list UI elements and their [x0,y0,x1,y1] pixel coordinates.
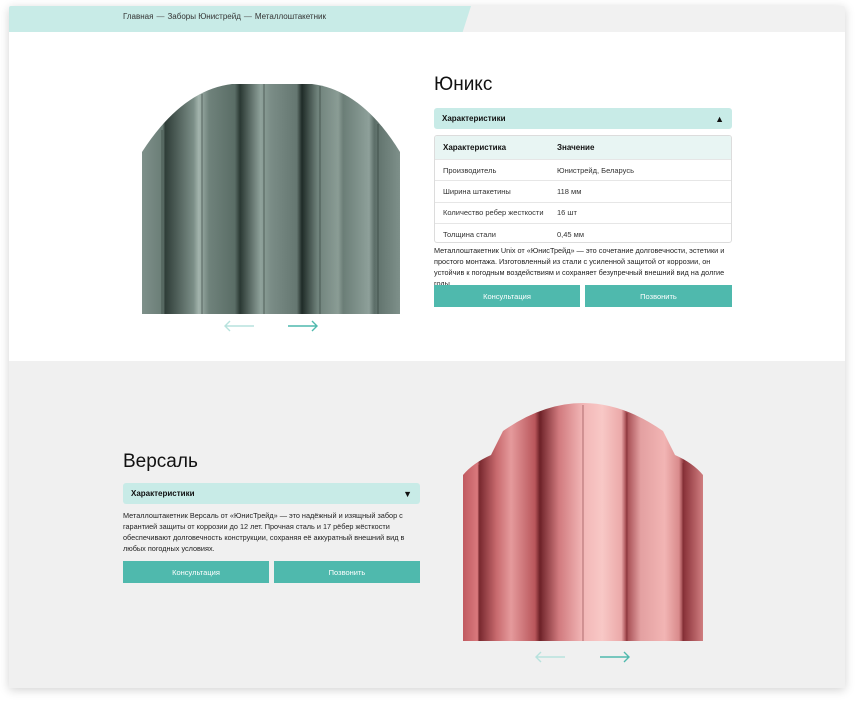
arrow-right-icon[interactable] [287,320,319,332]
breadcrumb-fences-link[interactable]: Заборы Юнистрейд [167,12,240,21]
characteristics-accordion-toggle[interactable]: Характеристики ▲ [434,108,732,129]
accordion-label: Характеристики [131,489,195,498]
arrow-right-icon[interactable] [599,651,631,663]
product-title: Версаль [123,451,198,472]
breadcrumb-separator: — [243,12,252,21]
product-description: Металлоштакетник Версаль от «ЮнисТрейд» … [123,511,405,553]
table-cell: Количество ребер жесткости [443,208,544,218]
table-cell: 0,45 мм [557,229,584,239]
chevron-down-icon: ▼ [403,488,412,499]
table-cell: Ширина штакетины [443,187,511,197]
consultation-button[interactable]: Консультация [123,561,269,583]
product-section-unix: Юникс Характеристики ▲ Характеристика Зн… [9,32,845,361]
table-cell: 118 мм [557,187,582,197]
product-image-versal [463,403,703,641]
chevron-up-icon: ▲ [715,113,724,124]
table-header: Значение [557,143,595,152]
table-row: Количество ребер жесткости 16 шт [435,201,731,223]
product-title: Юникс [434,74,493,95]
table-cell: Юнистрейд, Беларусь [557,165,634,175]
product-section-versal: Версаль Характеристики ▼ Металлоштакетни… [9,361,845,688]
table-cell: Толщина стали [443,229,496,239]
table-row: Ширина штакетины 118 мм [435,180,731,201]
table-row: Толщина стали 0,45 мм [435,223,731,242]
call-button[interactable]: Позвонить [585,285,732,307]
table-header-row: Характеристика Значение [435,136,731,159]
consultation-button[interactable]: Консультация [434,285,580,307]
table-row: Производитель Юнистрейд, Беларусь [435,159,731,180]
table-header: Характеристика [443,143,507,152]
table-cell: Производитель [443,165,497,175]
arrow-left-icon[interactable] [534,651,566,663]
breadcrumb-bar: Главная — Заборы Юнистрейд — Металлоштакетни… [9,6,845,32]
characteristics-table: Характеристика Значение Производитель Юн… [434,135,732,243]
accordion-label: Характеристики [442,114,506,123]
arrow-left-icon[interactable] [223,320,255,332]
product-image-unix [142,80,400,314]
breadcrumb-current: Металлоштакетник [254,12,326,21]
breadcrumb: Главная — Заборы Юнистрейд — Металлоштакетни… [123,12,326,21]
breadcrumb-home-link[interactable]: Главная [123,12,153,21]
call-button[interactable]: Позвонить [274,561,420,583]
product-description: Металлоштакетник Unix от «ЮнисТрейд» — э… [434,246,725,288]
characteristics-accordion-toggle[interactable]: Характеристики ▼ [123,483,420,504]
table-cell: 16 шт [557,208,577,218]
page-card: Главная — Заборы Юнистрейд — Металлоштакетни… [9,6,845,688]
breadcrumb-separator: — [156,12,165,21]
